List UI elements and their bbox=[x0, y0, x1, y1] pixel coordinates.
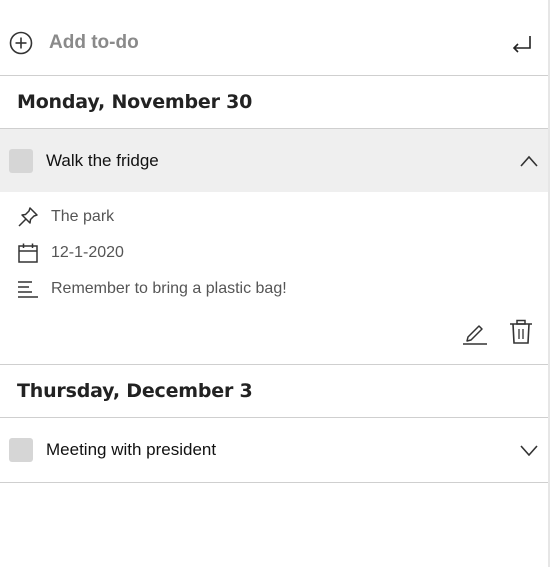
calendar-icon bbox=[17, 242, 39, 264]
notes-text: Remember to bring a plastic bag! bbox=[51, 280, 287, 297]
add-todo-bar bbox=[0, 0, 548, 76]
enter-return-icon[interactable] bbox=[510, 33, 532, 53]
todo-checkbox[interactable] bbox=[9, 438, 33, 462]
due-date-text: 12-1-2020 bbox=[51, 244, 124, 261]
todo-title: Meeting with president bbox=[46, 440, 217, 459]
todo-notes: Remember to bring a plastic bag! bbox=[17, 278, 287, 300]
chevron-up-icon[interactable] bbox=[519, 155, 539, 167]
todo-app: Monday, November 30 Walk the fridge The … bbox=[0, 0, 550, 567]
plus-circle-icon[interactable] bbox=[9, 31, 33, 55]
todo-details-panel: The park 12-1-2020 Remember to bring a p… bbox=[0, 192, 548, 365]
pin-icon bbox=[17, 206, 39, 228]
date-label: Monday, November 30 bbox=[17, 91, 253, 113]
todo-location: The park bbox=[17, 206, 114, 228]
trash-icon[interactable] bbox=[508, 319, 534, 345]
notes-icon bbox=[17, 278, 39, 300]
todo-item[interactable]: Walk the fridge bbox=[0, 129, 548, 192]
todo-item[interactable]: Meeting with president bbox=[0, 418, 548, 483]
location-text: The park bbox=[51, 208, 115, 225]
todo-title: Walk the fridge bbox=[46, 150, 159, 170]
todo-checkbox[interactable] bbox=[9, 148, 33, 173]
date-group-header: Monday, November 30 bbox=[0, 76, 548, 129]
chevron-down-icon[interactable] bbox=[519, 444, 539, 456]
date-group-header: Thursday, December 3 bbox=[0, 365, 548, 418]
todo-due-date: 12-1-2020 bbox=[17, 242, 124, 264]
edit-pencil-icon[interactable] bbox=[462, 319, 488, 345]
add-todo-input[interactable] bbox=[49, 29, 489, 57]
date-label: Thursday, December 3 bbox=[17, 380, 253, 402]
